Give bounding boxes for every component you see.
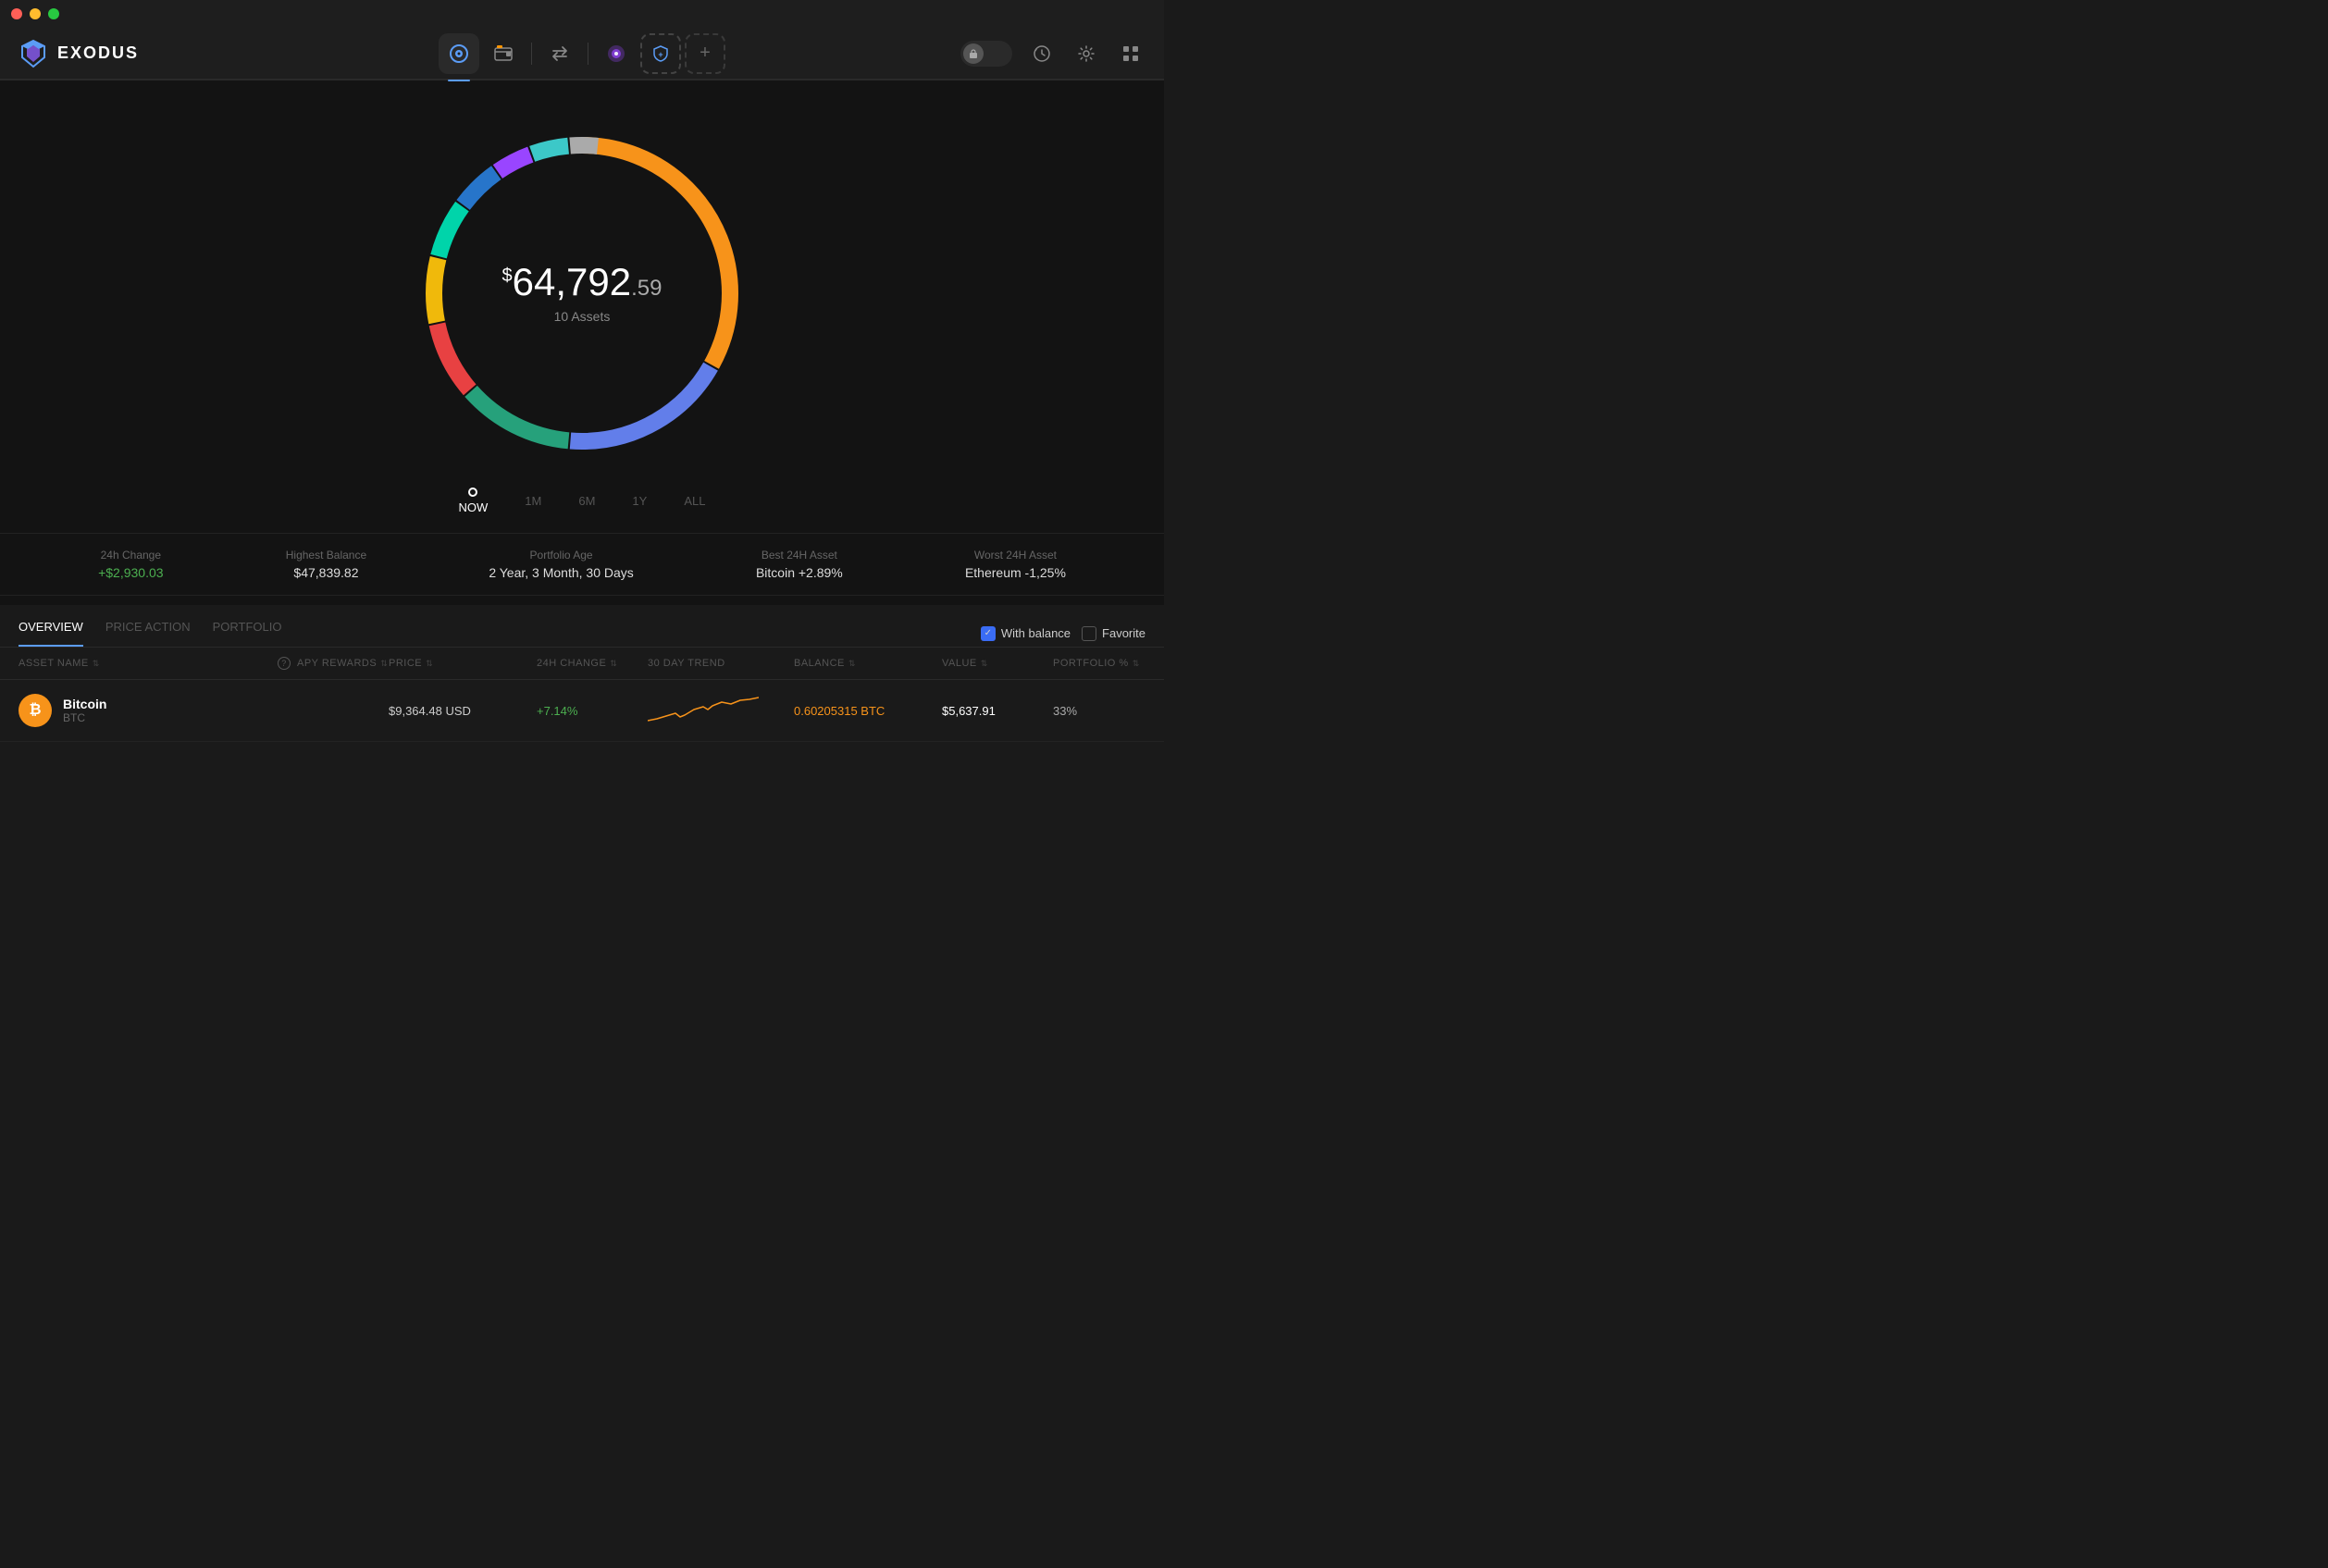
- sort-icon-24h: ⇅: [610, 659, 617, 669]
- maximize-button[interactable]: [48, 8, 59, 19]
- nav-tab-portfolio[interactable]: [439, 33, 479, 74]
- time-6m[interactable]: 6M: [578, 494, 595, 508]
- header: EXODUS: [0, 28, 1164, 80]
- close-button[interactable]: [11, 8, 22, 19]
- with-balance-label: With balance: [1001, 626, 1071, 640]
- history-icon[interactable]: [1027, 39, 1057, 68]
- tab-price-action[interactable]: PRICE ACTION: [105, 620, 191, 647]
- table-header: ASSET NAME ⇅ ? APY REWARDS ⇅ PRICE ⇅ 24H…: [0, 648, 1164, 680]
- th-price[interactable]: PRICE ⇅: [389, 657, 537, 670]
- tab-overview[interactable]: OVERVIEW: [19, 620, 83, 647]
- btc-trend: [648, 693, 794, 728]
- main-content: $64,792.59 10 Assets NOW 1M 6M 1Y ALL 24…: [0, 80, 1164, 742]
- portfolio-value: $64,792.59: [502, 263, 662, 302]
- btc-price: $9,364.48 USD: [389, 704, 537, 718]
- stat-worst-24h: Worst 24H Asset Ethereum -1,25%: [965, 549, 1066, 580]
- btc-change: +7.14%: [537, 704, 648, 718]
- table-tabs: OVERVIEW PRICE ACTION PORTFOLIO ✓ With b…: [0, 605, 1164, 648]
- nav-tab-nft[interactable]: [596, 33, 637, 74]
- app-title: EXODUS: [57, 43, 139, 63]
- btc-value: $5,637.91: [942, 704, 1053, 718]
- btc-balance: 0.60205315 BTC: [794, 704, 942, 718]
- filter-with-balance[interactable]: ✓ With balance: [981, 626, 1071, 641]
- table-section: OVERVIEW PRICE ACTION PORTFOLIO ✓ With b…: [0, 605, 1164, 742]
- sort-icon-apy: ⇅: [380, 659, 388, 669]
- nav-tab-exchange[interactable]: [539, 33, 580, 74]
- time-selector: NOW 1M 6M 1Y ALL: [0, 488, 1164, 514]
- favorite-label: Favorite: [1102, 626, 1145, 640]
- sort-icon-price: ⇅: [426, 659, 433, 669]
- th-30day-trend: 30 DAY TREND: [648, 657, 794, 670]
- donut-chart: $64,792.59 10 Assets: [406, 117, 758, 469]
- nav-tab-shield[interactable]: +: [640, 33, 681, 74]
- nav-divider-1: [531, 43, 532, 65]
- stat-best-24h: Best 24H Asset Bitcoin +2.89%: [756, 549, 843, 580]
- title-bar: [0, 0, 1164, 28]
- chart-area: $64,792.59 10 Assets: [0, 99, 1164, 478]
- th-asset-name[interactable]: ASSET NAME ⇅: [19, 657, 278, 670]
- th-apy[interactable]: ? APY REWARDS ⇅: [278, 657, 389, 670]
- logo-area: EXODUS: [19, 39, 301, 68]
- time-now[interactable]: NOW: [459, 488, 489, 514]
- stat-highest-balance: Highest Balance $47,839.82: [286, 549, 366, 580]
- asset-count: 10 Assets: [502, 309, 662, 324]
- btc-sparkline: [648, 693, 759, 725]
- svg-text:+: +: [658, 50, 662, 59]
- th-portfolio[interactable]: PORTFOLIO % ⇅: [1053, 657, 1145, 670]
- with-balance-checkbox[interactable]: ✓: [981, 626, 996, 641]
- sort-icon-balance: ⇅: [848, 659, 856, 669]
- time-1y[interactable]: 1Y: [632, 494, 647, 508]
- th-balance[interactable]: BALANCE ⇅: [794, 657, 942, 670]
- time-dot-now: [468, 488, 477, 497]
- stats-bar: 24h Change +$2,930.03 Highest Balance $4…: [0, 533, 1164, 596]
- asset-symbol-btc: BTC: [63, 711, 106, 724]
- header-right: [864, 39, 1146, 68]
- grid-icon[interactable]: [1116, 39, 1145, 68]
- sort-icon-asset: ⇅: [93, 659, 100, 669]
- favorite-checkbox[interactable]: [1082, 626, 1096, 641]
- sort-icon-value: ⇅: [981, 659, 988, 669]
- lock-toggle-knob: [963, 43, 984, 64]
- asset-info-btc: ₿ Bitcoin BTC: [19, 694, 278, 727]
- asset-name-group: Bitcoin BTC: [63, 697, 106, 724]
- th-24h-change[interactable]: 24H CHANGE ⇅: [537, 657, 648, 670]
- time-all[interactable]: ALL: [684, 494, 705, 508]
- th-value[interactable]: VALUE ⇅: [942, 657, 1053, 670]
- asset-name-btc: Bitcoin: [63, 697, 106, 711]
- lock-toggle[interactable]: [960, 41, 1012, 67]
- minimize-button[interactable]: [30, 8, 41, 19]
- time-1m[interactable]: 1M: [525, 494, 541, 508]
- btc-icon: ₿: [19, 694, 52, 727]
- exodus-logo-icon: [19, 39, 48, 68]
- sort-icon-portfolio: ⇅: [1133, 659, 1140, 669]
- tab-portfolio[interactable]: PORTFOLIO: [213, 620, 282, 647]
- btc-portfolio: 33%: [1053, 704, 1145, 718]
- table-filters: ✓ With balance Favorite: [981, 626, 1145, 641]
- nav-tabs: + +: [301, 33, 864, 74]
- nav-tab-wallet[interactable]: [483, 33, 524, 74]
- filter-favorite[interactable]: Favorite: [1082, 626, 1145, 641]
- settings-icon[interactable]: [1071, 39, 1101, 68]
- add-tab-button[interactable]: +: [685, 33, 725, 74]
- stat-portfolio-age: Portfolio Age 2 Year, 3 Month, 30 Days: [489, 549, 633, 580]
- table-row[interactable]: ₿ Bitcoin BTC $9,364.48 USD +7.14% 0.602…: [0, 680, 1164, 742]
- donut-center-text: $64,792.59 10 Assets: [502, 263, 662, 324]
- stat-24h-change: 24h Change +$2,930.03: [98, 549, 163, 580]
